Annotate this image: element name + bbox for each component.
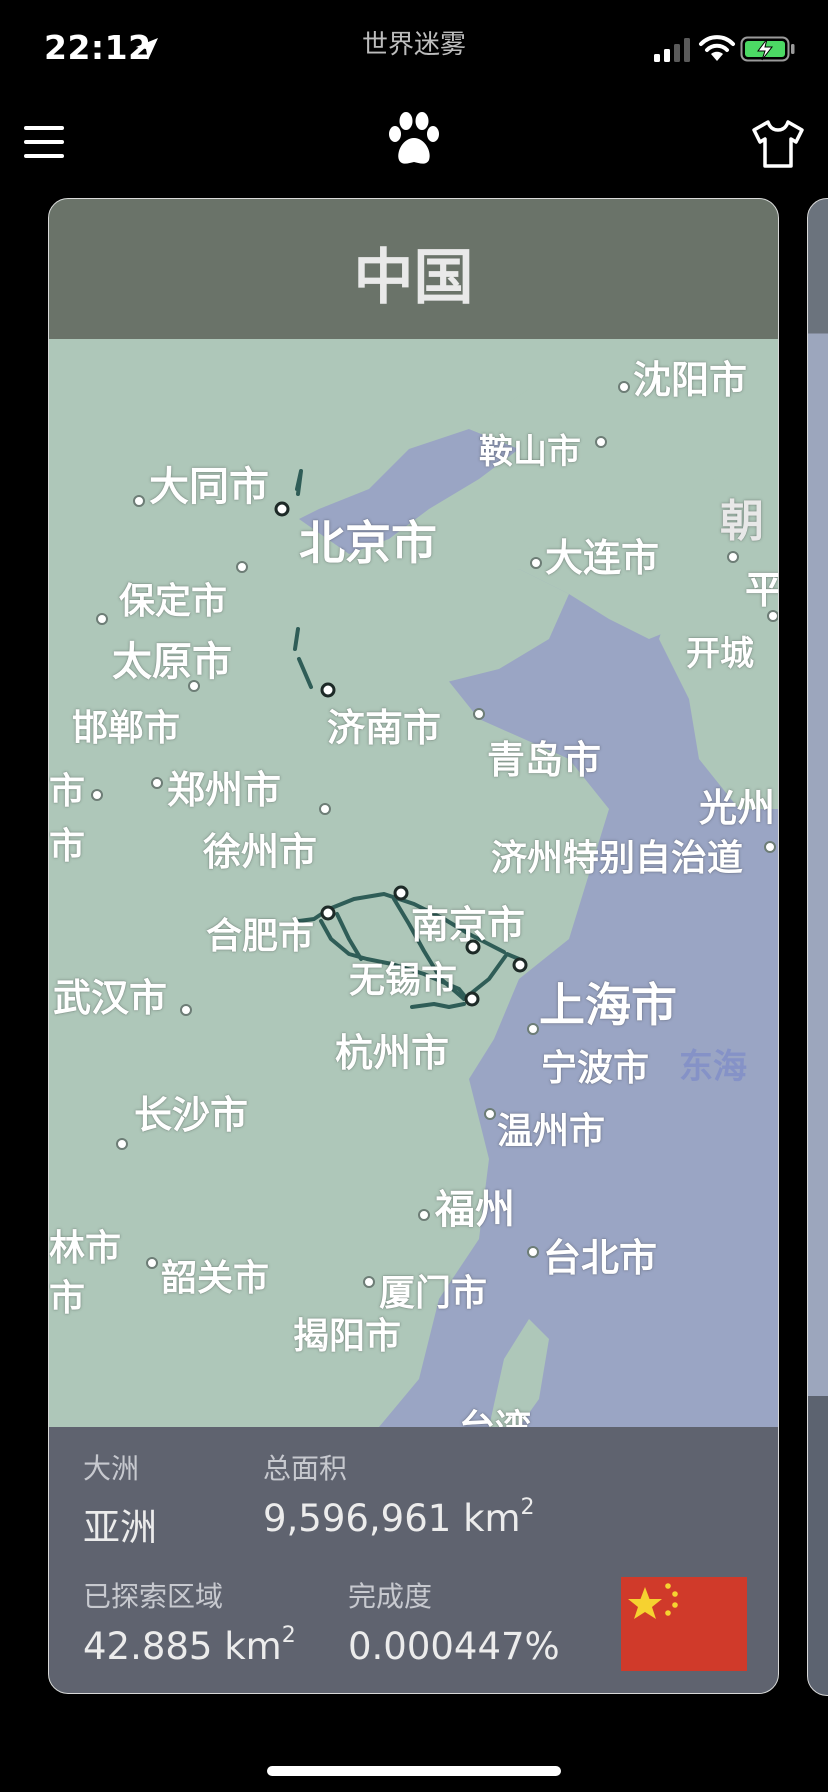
china-flag-icon [621,1577,747,1671]
map-label-dalian: 大连市 [545,536,660,580]
menu-button[interactable] [20,114,80,174]
country-title: 中国 [353,243,474,313]
card-footer-stats: 大洲 亚洲 总面积 9,596,961 km2 已探索区域 42.885 km2… [49,1427,778,1693]
map-label-beijing: 北京市 [299,516,437,570]
map-label-ping: 平 [745,559,778,614]
battery-charging-icon [740,36,795,62]
continent-label: 大洲 [83,1452,140,1485]
cellular-signal-icon [654,38,690,62]
map-label-changsha: 长沙市 [134,1093,249,1137]
map-label-datong: 大同市 [149,464,269,510]
total-area: 9,596,961 km2 [263,1494,535,1540]
continent-value: 亚洲 [83,1506,157,1549]
map-label-shenyang: 沈阳市 [633,358,748,402]
next-country-card[interactable] [807,198,828,1696]
map-label-zhengzhou: 郑州市 [167,768,282,812]
explored-area: 42.885 km2 [83,1622,296,1668]
completion-label: 完成度 [348,1580,433,1613]
card-header: 中国 [49,199,778,339]
map-label-hangzhou: 杭州市 [335,1031,450,1075]
map-label-lin: 林市 [49,1228,122,1269]
total-area-label: 总面积 [263,1452,348,1485]
map-label-xuzhou: 徐州市 [203,830,318,874]
map-label-shi-left2: 市 [49,826,86,867]
map-label-jieyang: 揭阳市 [293,1316,402,1357]
map-label-qingdao: 青岛市 [487,738,602,782]
map-label-ningbo: 宁波市 [541,1048,650,1089]
hamburger-menu-icon [24,126,64,158]
explored-area-label: 已探索区域 [83,1580,224,1613]
t-shirt-icon [752,120,804,168]
map-label-donghai: 东海 [679,1047,747,1087]
map-label-hefei: 合肥市 [206,916,315,957]
total-area-unit-exponent: 2 [520,1494,535,1520]
map-label-wuxi: 无锡市 [349,960,458,1001]
completion-value: 0.000447% [348,1625,560,1668]
map-label-shi-left3: 市 [49,1278,86,1319]
map-label-jinan: 济南市 [327,706,442,750]
map-label-shaoguan: 韶关市 [161,1258,270,1299]
map-label-chao: 朝 [720,496,764,547]
wifi-icon [699,35,735,61]
map-label-nanjing: 南京市 [411,903,526,947]
country-card[interactable]: 中国 沈阳市 鞍山市 大同市 北京市 大连市 朝 保定市 开城 太原市 邯郸市 … [48,198,779,1694]
paw-icon [389,112,439,164]
map-label-jeju: 济州特别自治道 [491,838,744,879]
map-label-kaesong: 开城 [686,634,754,674]
t-shirt-button[interactable] [748,114,808,174]
status-bar: 22:12 世界迷雾 [0,0,828,96]
paw-button[interactable] [383,110,445,172]
map-label-guangzhou-kr: 光州 [699,786,776,830]
map-label-handan: 邯郸市 [72,708,181,749]
map-label-taiyuan: 太原市 [112,639,232,685]
map-label-anshan: 鞍山市 [479,432,581,472]
home-indicator[interactable] [267,1766,561,1776]
explored-area-value: 42.885 km [83,1625,282,1668]
map-label-taipei: 台北市 [543,1236,658,1280]
map-label-baoding: 保定市 [119,581,228,622]
map-label-fuzhou: 福州 [435,1187,515,1233]
map-label-wenzhou: 温州市 [497,1111,606,1152]
map-label-wuhan: 武汉市 [53,976,168,1020]
map-label-shi-left: 市 [49,771,86,812]
total-area-value: 9,596,961 km [263,1497,521,1540]
explored-area-unit-exponent: 2 [281,1622,296,1648]
map-label-shanghai: 上海市 [539,978,677,1032]
explored-map[interactable]: 沈阳市 鞍山市 大同市 北京市 大连市 朝 平 保定市 开城 太原市 邯郸市 济… [49,339,778,1449]
